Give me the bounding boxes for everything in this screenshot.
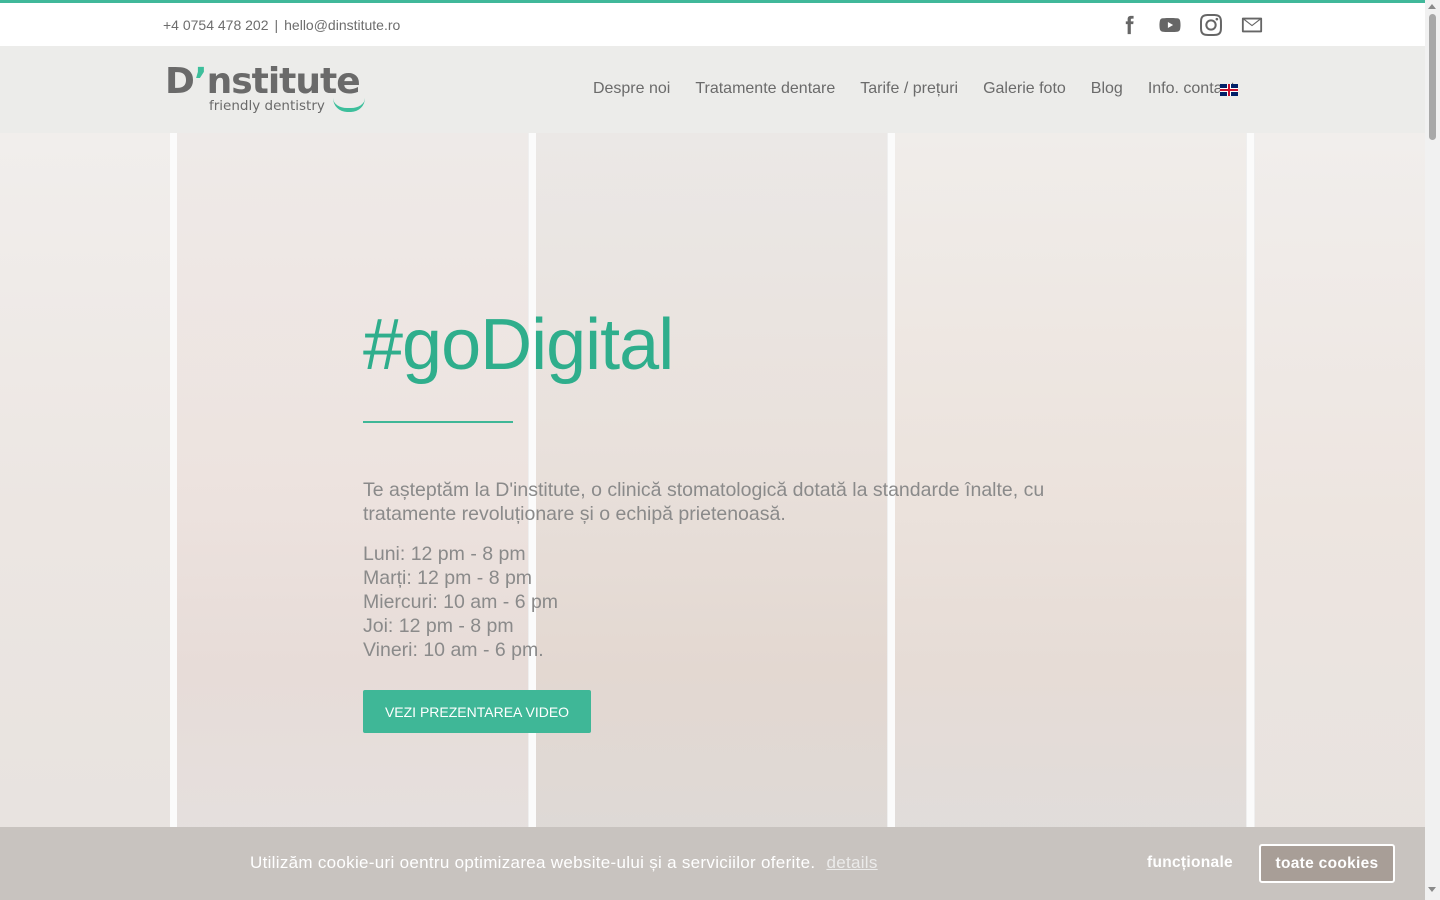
scroll-up-arrow-icon[interactable] (1428, 4, 1436, 9)
opening-hours: Luni: 12 pm - 8 pm Marți: 12 pm - 8 pm M… (363, 542, 1063, 662)
nav-item-tarife[interactable]: Tarife / prețuri (860, 80, 958, 98)
instagram-icon[interactable] (1200, 14, 1222, 36)
cookie-details-link[interactable]: details (826, 853, 877, 872)
panel-divider (1247, 133, 1254, 900)
hours-line: Marți: 12 pm - 8 pm (363, 567, 533, 589)
youtube-icon[interactable] (1159, 14, 1181, 36)
top-bar: +4 0754 478 202 | hello@dinstitute.ro (0, 3, 1425, 46)
hours-line: Miercuri: 10 am - 6 pm (363, 591, 559, 613)
scrollbar-thumb[interactable] (1429, 14, 1436, 140)
email-link[interactable]: hello@dinstitute.ro (284, 17, 400, 33)
contact-separator: | (274, 17, 279, 33)
nav-item-blog[interactable]: Blog (1091, 80, 1123, 98)
hero-intro: Te așteptăm la D'institute, o clinică st… (363, 479, 1045, 525)
video-presentation-button[interactable]: VEZI PREZENTAREA VIDEO (363, 690, 591, 733)
accept-all-cookies-button[interactable]: toate cookies (1259, 844, 1395, 883)
page-scrollbar[interactable] (1425, 0, 1440, 900)
panel-divider (170, 133, 177, 900)
logo-wordmark: D’nstitute (165, 61, 361, 102)
facebook-icon[interactable] (1118, 14, 1140, 36)
nav-item-galerie[interactable]: Galerie foto (983, 80, 1066, 98)
hero-section: #goDigital Te așteptăm la D'institute, o… (0, 133, 1425, 900)
main-nav: Despre noi Tratamente dentare Tarife / p… (593, 80, 1235, 98)
headline-rule (363, 421, 513, 423)
scroll-down-arrow-icon[interactable] (1428, 887, 1436, 892)
cookie-text: Utilizăm cookie-uri oentru optimizarea w… (250, 853, 816, 872)
social-links (1118, 14, 1263, 36)
hero-content: #goDigital Te așteptăm la D'institute, o… (363, 305, 1063, 733)
functional-cookies-button[interactable]: funcționale (1147, 854, 1233, 872)
team-photo-panel (1255, 133, 1425, 900)
hours-line: Luni: 12 pm - 8 pm (363, 543, 526, 565)
team-photo-panel (0, 133, 170, 900)
cookie-message: Utilizăm cookie-uri oentru optimizarea w… (250, 853, 878, 873)
hours-line: Vineri: 10 am - 6 pm. (363, 639, 544, 661)
phone-link[interactable]: +4 0754 478 202 (163, 17, 269, 33)
cookie-banner: Utilizăm cookie-uri oentru optimizarea w… (0, 827, 1425, 900)
site-header: D’nstitute friendly dentistry Despre noi… (0, 46, 1425, 133)
nav-item-tratamente[interactable]: Tratamente dentare (695, 80, 835, 98)
contact-info: +4 0754 478 202 | hello@dinstitute.ro (163, 17, 400, 33)
mail-icon[interactable] (1241, 14, 1263, 36)
hours-line: Joi: 12 pm - 8 pm (363, 615, 514, 637)
hero-headline: #goDigital (363, 305, 674, 385)
uk-flag-icon[interactable] (1220, 84, 1238, 96)
site-logo[interactable]: D’nstitute friendly dentistry (165, 64, 375, 120)
nav-item-despre-noi[interactable]: Despre noi (593, 80, 670, 98)
